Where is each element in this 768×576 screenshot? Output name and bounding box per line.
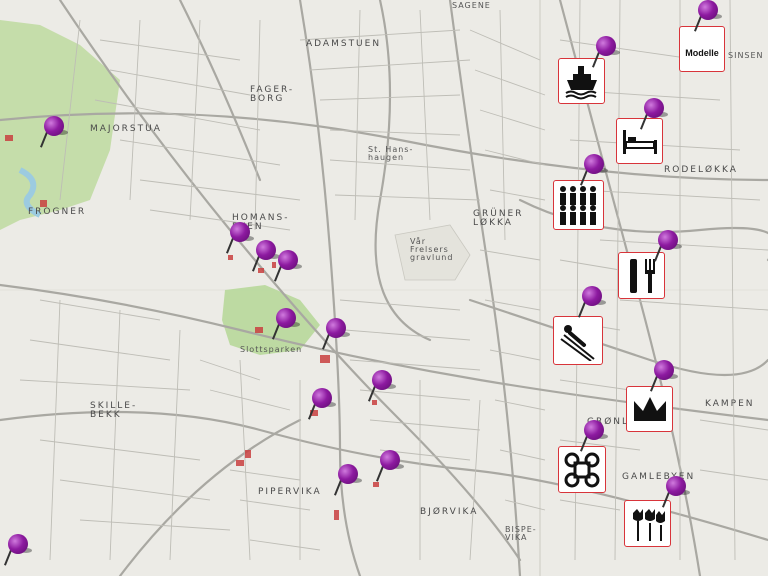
label-fagerborg: FAGER- BORG — [250, 85, 295, 104]
label-majorstua: MAJORSTUA — [90, 124, 162, 134]
map-pin-tulip[interactable] — [662, 476, 692, 514]
map-pin-crowd[interactable] — [580, 154, 610, 192]
label-var-frelsers: Vår Frelsers gravlund — [410, 237, 454, 262]
map-pin-ski[interactable] — [578, 286, 608, 324]
label-rodelokka: RODELØKKA — [664, 165, 738, 175]
label-sinsen-right: SINSEN — [728, 51, 764, 60]
map-pin-harbor-2[interactable] — [334, 464, 364, 502]
map-pin-modelle[interactable] — [694, 0, 724, 38]
label-bispevika: BISPE- VIKA — [505, 525, 537, 542]
label-slottsparken: Slottsparken — [240, 345, 303, 354]
map-pin-harbor-1[interactable] — [376, 450, 406, 488]
map-pin-center-2[interactable] — [308, 388, 338, 426]
map-pin-homansbyen-3[interactable] — [274, 250, 304, 288]
map-pin-attraction[interactable] — [580, 420, 610, 458]
label-st-hans-haugen: St. Hans- haugen — [368, 145, 414, 162]
label-frogner: FROGNER — [28, 207, 87, 217]
map-pin-palace[interactable] — [322, 318, 352, 356]
map-pin-majorstua[interactable] — [40, 116, 70, 154]
map-pin-ship[interactable] — [592, 36, 622, 74]
map-pin-bed[interactable] — [640, 98, 670, 136]
city-map[interactable]: ADAMSTUEN SAGENE FAGER- BORG MAJORSTUA F… — [0, 0, 768, 576]
label-bjorvika: BJØRVIKA — [420, 507, 479, 517]
label-sagene: SAGENE — [452, 1, 491, 10]
map-pin-slottsparken[interactable] — [272, 308, 302, 346]
map-pin-dining[interactable] — [654, 230, 684, 268]
modelle-label: Modelle — [685, 48, 719, 58]
label-kampen: KAMPEN — [705, 399, 755, 409]
label-skillebekk: SKILLE- BEKK — [90, 401, 138, 420]
label-pipervika: PIPERVIKA — [258, 487, 322, 497]
map-pin-corner[interactable] — [4, 534, 34, 572]
map-pin-center-1[interactable] — [368, 370, 398, 408]
map-pin-crown[interactable] — [650, 360, 680, 398]
label-adamstuen: ADAMSTUEN — [306, 39, 382, 49]
label-grunerlokka: GRÜNER LØKKA — [473, 209, 524, 228]
